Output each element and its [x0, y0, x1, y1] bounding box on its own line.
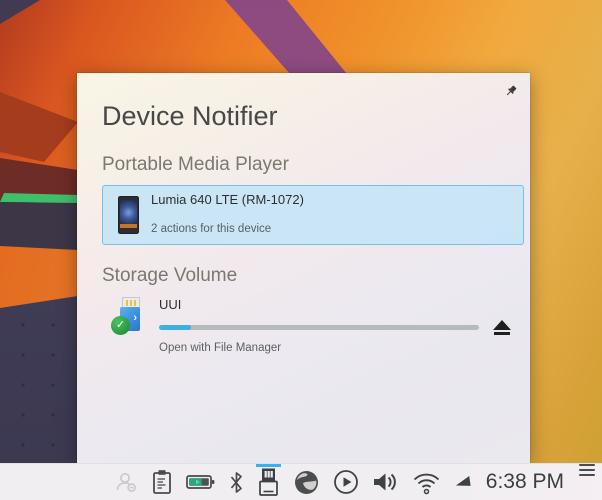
clock[interactable]: 6:38 PM	[486, 464, 564, 500]
pin-icon[interactable]	[504, 84, 518, 98]
device-notifier-popup: Device Notifier Portable Media Player Lu…	[77, 73, 530, 463]
bluetooth-icon[interactable]	[229, 464, 244, 500]
eject-button[interactable]	[492, 320, 512, 335]
taskbar-panel: 6:38 PM	[0, 463, 602, 500]
hamburger-menu-icon[interactable]	[579, 464, 595, 500]
section-header-portable-media-player: Portable Media Player	[102, 153, 524, 177]
device-subtitle: 2 actions for this device	[151, 223, 304, 236]
popup-title: Device Notifier	[102, 100, 524, 134]
free-space-bar	[159, 325, 479, 330]
device-row-lumia[interactable]: Lumia 640 LTE (RM-1072) 2 actions for th…	[102, 185, 524, 245]
usb-drive-icon: › ✓	[112, 297, 148, 335]
wifi-icon[interactable]	[412, 464, 441, 500]
device-notifier-icon[interactable]	[257, 464, 280, 500]
expander-arrow-icon[interactable]	[454, 464, 471, 500]
smartphone-icon	[118, 196, 139, 234]
volume-subtitle: Open with File Manager	[159, 342, 524, 355]
device-row-uui[interactable]: › ✓ UUI Open with File Manager	[102, 295, 524, 354]
eject-icon	[493, 320, 511, 330]
section-header-storage-volume: Storage Volume	[102, 264, 524, 288]
mounted-check-icon: ✓	[111, 316, 130, 335]
volume-title: UUI	[159, 298, 524, 312]
media-player-icon[interactable]	[333, 464, 359, 500]
device-title: Lumia 640 LTE (RM-1072)	[151, 193, 304, 207]
battery-icon[interactable]	[186, 464, 216, 500]
user-status-icon[interactable]	[114, 464, 138, 500]
network-globe-icon[interactable]	[293, 464, 320, 500]
active-indicator	[256, 464, 281, 467]
clipboard-icon[interactable]	[151, 464, 173, 500]
volume-icon[interactable]	[372, 464, 399, 500]
